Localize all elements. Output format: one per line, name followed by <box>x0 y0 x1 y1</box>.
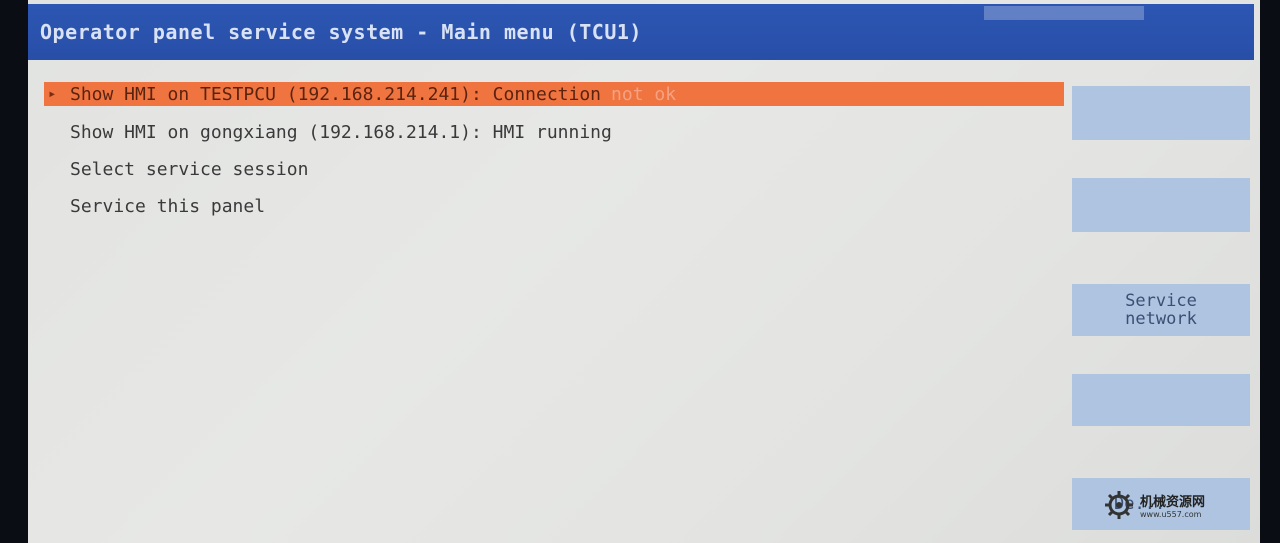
watermark-url: www.u557.com <box>1140 510 1202 519</box>
watermark-name: 机械资源网 <box>1140 495 1206 510</box>
menu-item-show-hmi-testpcu[interactable]: ▸ Show HMI on TESTPCU (192.168.214.241):… <box>44 82 1064 106</box>
menu-item-show-hmi-gongxiang[interactable]: Show HMI on gongxiang (192.168.214.1): H… <box>44 114 1064 151</box>
softkey-2[interactable] <box>1072 178 1250 232</box>
watermark-text: 机械资源网 www.u557.com <box>1140 491 1205 519</box>
menu-item-label: Service this panel <box>70 196 266 217</box>
menu-item-label: Show HMI on TESTPCU (192.168.214.241): C… <box>70 83 602 105</box>
main-menu: ▸ Show HMI on TESTPCU (192.168.214.241):… <box>44 78 1064 225</box>
softkey-service-network[interactable]: Service network <box>1072 284 1250 336</box>
menu-item-label: Select service session <box>70 159 309 180</box>
screen: Operator panel service system - Main men… <box>28 0 1260 543</box>
menu-item-label: Show HMI on gongxiang (192.168.214.1): H… <box>70 122 612 143</box>
watermark-logo: 机械资源网 www.u557.com <box>1104 485 1244 525</box>
menu-item-service-this-panel[interactable]: Service this panel <box>44 188 1064 225</box>
softkey-1[interactable] <box>1072 86 1250 140</box>
softkey-bar: Service network De... <box>1072 60 1252 543</box>
gear-icon <box>1105 491 1133 519</box>
window-title: Operator panel service system - Main men… <box>40 20 642 44</box>
softkey-4[interactable] <box>1072 374 1250 426</box>
title-bar: Operator panel service system - Main men… <box>28 4 1254 60</box>
menu-item-select-service-session[interactable]: Select service session <box>44 151 1064 188</box>
screen-glare <box>984 6 1144 20</box>
selection-marker-icon: ▸ <box>48 86 57 102</box>
connection-status: not ok <box>611 83 677 105</box>
